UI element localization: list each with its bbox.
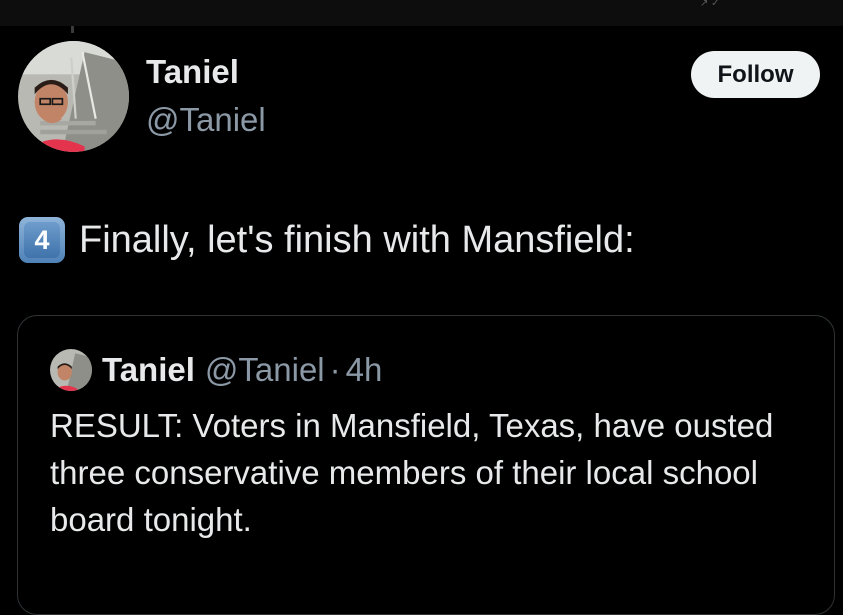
keycap-digit: 4 bbox=[24, 222, 60, 258]
profile-photo-icon bbox=[18, 41, 129, 152]
quoted-tweet-card[interactable]: Taniel @Taniel · 4h RESULT: Voters in Ma… bbox=[17, 315, 835, 615]
author-handle[interactable]: @Taniel bbox=[146, 100, 266, 140]
quoted-tweet-body: RESULT: Voters in Mansfield, Texas, have… bbox=[50, 407, 774, 538]
author-name[interactable]: Taniel bbox=[146, 52, 239, 92]
tweet-text: Finally, let's finish with Mansfield: bbox=[79, 219, 635, 261]
profile-photo-icon bbox=[50, 349, 92, 391]
quoted-tweet-header: Taniel @Taniel · 4h bbox=[50, 348, 382, 392]
scroll-indicator bbox=[71, 26, 74, 33]
quoted-author-avatar[interactable] bbox=[50, 349, 92, 391]
quoted-author-handle[interactable]: @Taniel bbox=[205, 351, 325, 389]
header-separator: · bbox=[329, 351, 341, 388]
keycap-number-icon: 4 bbox=[19, 217, 65, 263]
status-glyph-icon: ↗ ✓ bbox=[700, 0, 720, 8]
quoted-tweet-time[interactable]: 4h bbox=[346, 351, 383, 389]
quoted-author-name[interactable]: Taniel bbox=[102, 351, 195, 389]
tweet-text-line: 4 Finally, let's finish with Mansfield: bbox=[19, 214, 635, 266]
author-avatar[interactable] bbox=[18, 41, 129, 152]
follow-button[interactable]: Follow bbox=[691, 51, 820, 98]
top-bar: ↗ ✓ bbox=[0, 0, 843, 26]
